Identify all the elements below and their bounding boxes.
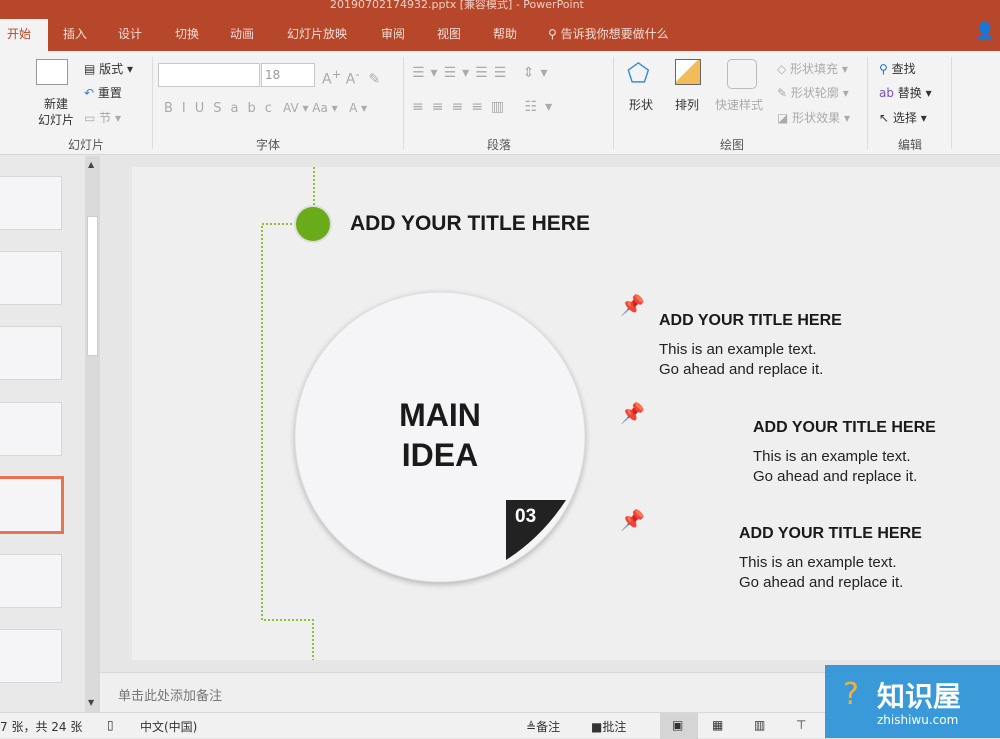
arrange-button[interactable]: 排列 (675, 96, 699, 113)
slide-sorter-icon[interactable]: ▦ (712, 718, 723, 732)
watermark-name: 知识屋 (877, 680, 962, 713)
spellcheck-icon[interactable]: ▯ (107, 718, 114, 732)
shape-effects-button[interactable]: ◪ 形状效果 ▾ (777, 109, 850, 126)
slide-thumbnail[interactable] (0, 326, 62, 380)
divider (613, 57, 614, 149)
reset-icon: ↶ (84, 86, 98, 100)
group-label-paragraph: 段落 (487, 138, 512, 152)
new-slide-button[interactable]: 新建 幻灯片 (38, 96, 74, 128)
divider (951, 57, 952, 149)
spacing-case-buttons[interactable]: AV ▾ Aa ▾ A ▾ (283, 101, 367, 115)
notes-toggle[interactable]: ≜备注 (526, 718, 560, 735)
comment-icon: ■ (591, 720, 603, 734)
slide-thumbnail-selected[interactable] (0, 476, 64, 534)
tab-transitions[interactable]: 切换 (175, 25, 199, 42)
badge-number: 03 (515, 506, 537, 527)
scroll-up-icon[interactable]: ▲ (88, 160, 94, 169)
group-label-editing: 编辑 (898, 138, 923, 152)
font-style-buttons[interactable]: BIUSabc (164, 101, 281, 116)
font-size-controls[interactable]: A+ A- ✎ (322, 67, 380, 88)
replace-button[interactable]: ab 替换 ▾ (879, 84, 932, 101)
reset-button[interactable]: ↶ 重置 (84, 84, 122, 101)
quick-styles-button[interactable]: 快速样式 (715, 96, 763, 113)
font-name-select[interactable] (158, 63, 260, 87)
main-title[interactable]: ADD YOUR TITLE HERE (350, 212, 590, 236)
align-buttons[interactable]: ≡≡≡≡▥ ☷▾ (412, 99, 560, 115)
watermark-logo: ? 知识屋 zhishiwu.com (825, 665, 1000, 738)
monitor-question-icon: ? (843, 677, 859, 712)
section-button[interactable]: ▭ 节 ▾ (84, 109, 121, 126)
divider (152, 57, 153, 149)
comments-toggle[interactable]: ■批注 (591, 718, 626, 735)
tab-home[interactable]: 开始 (0, 19, 48, 51)
group-label-drawing: 绘图 (720, 138, 745, 152)
shapes-button[interactable]: 形状 (629, 96, 653, 113)
thumbnail-scrollbar[interactable]: ▲ ▼ (85, 156, 100, 712)
slideshow-icon[interactable]: ⊤ (796, 718, 806, 732)
ribbon-tabs: 开始 插入 设计 切换 动画 幻灯片放映 审阅 视图 帮助 ⚲ 告诉我你想要做什… (0, 15, 1000, 51)
pushpin-icon: 📌 (620, 401, 645, 425)
reading-view-icon[interactable]: ▥ (754, 718, 765, 732)
quick-styles-icon (727, 59, 757, 89)
notes-icon: ≜ (526, 720, 537, 734)
divider (403, 57, 404, 149)
group-label-font: 字体 (256, 138, 281, 152)
pushpin-icon: 📌 (620, 293, 645, 317)
group-label-slides: 幻灯片 (68, 138, 105, 152)
item-block[interactable]: ADD YOUR TITLE HERE This is an example t… (753, 419, 936, 487)
new-slide-icon (36, 59, 68, 85)
select-button[interactable]: ↖ 选择 ▾ (879, 109, 927, 126)
layout-icon: ▤ (84, 62, 100, 76)
slide-thumbnail[interactable] (0, 402, 62, 456)
shape-outline-button[interactable]: ✎ 形状轮廓 ▾ (777, 84, 849, 101)
slide-thumbnail[interactable] (0, 176, 62, 230)
font-size-select[interactable]: 18 (261, 63, 315, 87)
divider (867, 57, 868, 149)
tab-help[interactable]: 帮助 (493, 25, 517, 42)
scroll-thumb[interactable] (87, 216, 98, 356)
effects-icon: ◪ (777, 111, 793, 125)
item-block[interactable]: ADD YOUR TITLE HERE This is an example t… (659, 312, 842, 380)
share-user-icon[interactable]: 👤 (975, 21, 995, 40)
shapes-icon: ⬠ (627, 59, 650, 89)
clear-format-icon: ✎ (368, 71, 381, 88)
outline-icon: ✎ (777, 86, 791, 100)
item-block[interactable]: ADD YOUR TITLE HERE This is an example t… (739, 525, 922, 593)
layout-button[interactable]: ▤ 版式 ▾ (84, 60, 133, 77)
slide-thumbnail[interactable] (0, 629, 62, 683)
slide-thumbnail-pane (0, 156, 85, 712)
tab-view[interactable]: 视图 (437, 25, 461, 42)
language-indicator[interactable]: 中文(中国) (140, 718, 197, 735)
cursor-icon: ↖ (879, 111, 893, 125)
shape-fill-button[interactable]: ◇ 形状填充 ▾ (777, 60, 848, 77)
tab-animations[interactable]: 动画 (230, 25, 254, 42)
scroll-down-icon[interactable]: ▼ (88, 698, 94, 707)
tab-slideshow[interactable]: 幻灯片放映 (287, 25, 347, 42)
slide-canvas[interactable]: ADD YOUR TITLE HERE MAIN IDEA 03 📌 📌 📌 AD… (132, 167, 1000, 660)
arrange-icon (675, 59, 701, 85)
main-idea-text[interactable]: MAIN IDEA (340, 395, 540, 475)
list-buttons[interactable]: ☰▾☰▾☰☰ ⇕▾ (412, 65, 553, 81)
search-icon: ⚲ (548, 27, 561, 41)
watermark-url: zhishiwu.com (877, 713, 959, 727)
pushpin-icon: 📌 (620, 508, 645, 532)
find-button[interactable]: ⚲ 查找 (879, 60, 916, 77)
tab-design[interactable]: 设计 (118, 25, 142, 42)
tab-insert[interactable]: 插入 (63, 25, 87, 42)
title-bar: 20190702174932.pptx [兼容模式] - PowerPoint (0, 0, 1000, 15)
find-icon: ⚲ (879, 62, 892, 76)
tell-me-search[interactable]: ⚲ 告诉我你想要做什么 (548, 25, 669, 42)
normal-view-icon: ▣ (672, 718, 684, 732)
slide-thumbnail[interactable] (0, 554, 62, 608)
window-title: 20190702174932.pptx [兼容模式] - PowerPoint (330, 0, 584, 11)
section-icon: ▭ (84, 111, 100, 125)
tab-review[interactable]: 审阅 (381, 25, 405, 42)
slide-count: 7 张，共 24 张 (0, 720, 83, 734)
title-bullet-circle (294, 205, 332, 243)
ribbon: 新建 幻灯片 ▤ 版式 ▾ ↶ 重置 ▭ 节 ▾ 幻灯片 18 A+ A- ✎ … (0, 51, 1000, 155)
slide-thumbnail[interactable] (0, 251, 62, 305)
replace-icon: ab (879, 86, 898, 100)
notes-placeholder: 单击此处添加备注 (118, 689, 223, 704)
fill-icon: ◇ (777, 62, 791, 76)
